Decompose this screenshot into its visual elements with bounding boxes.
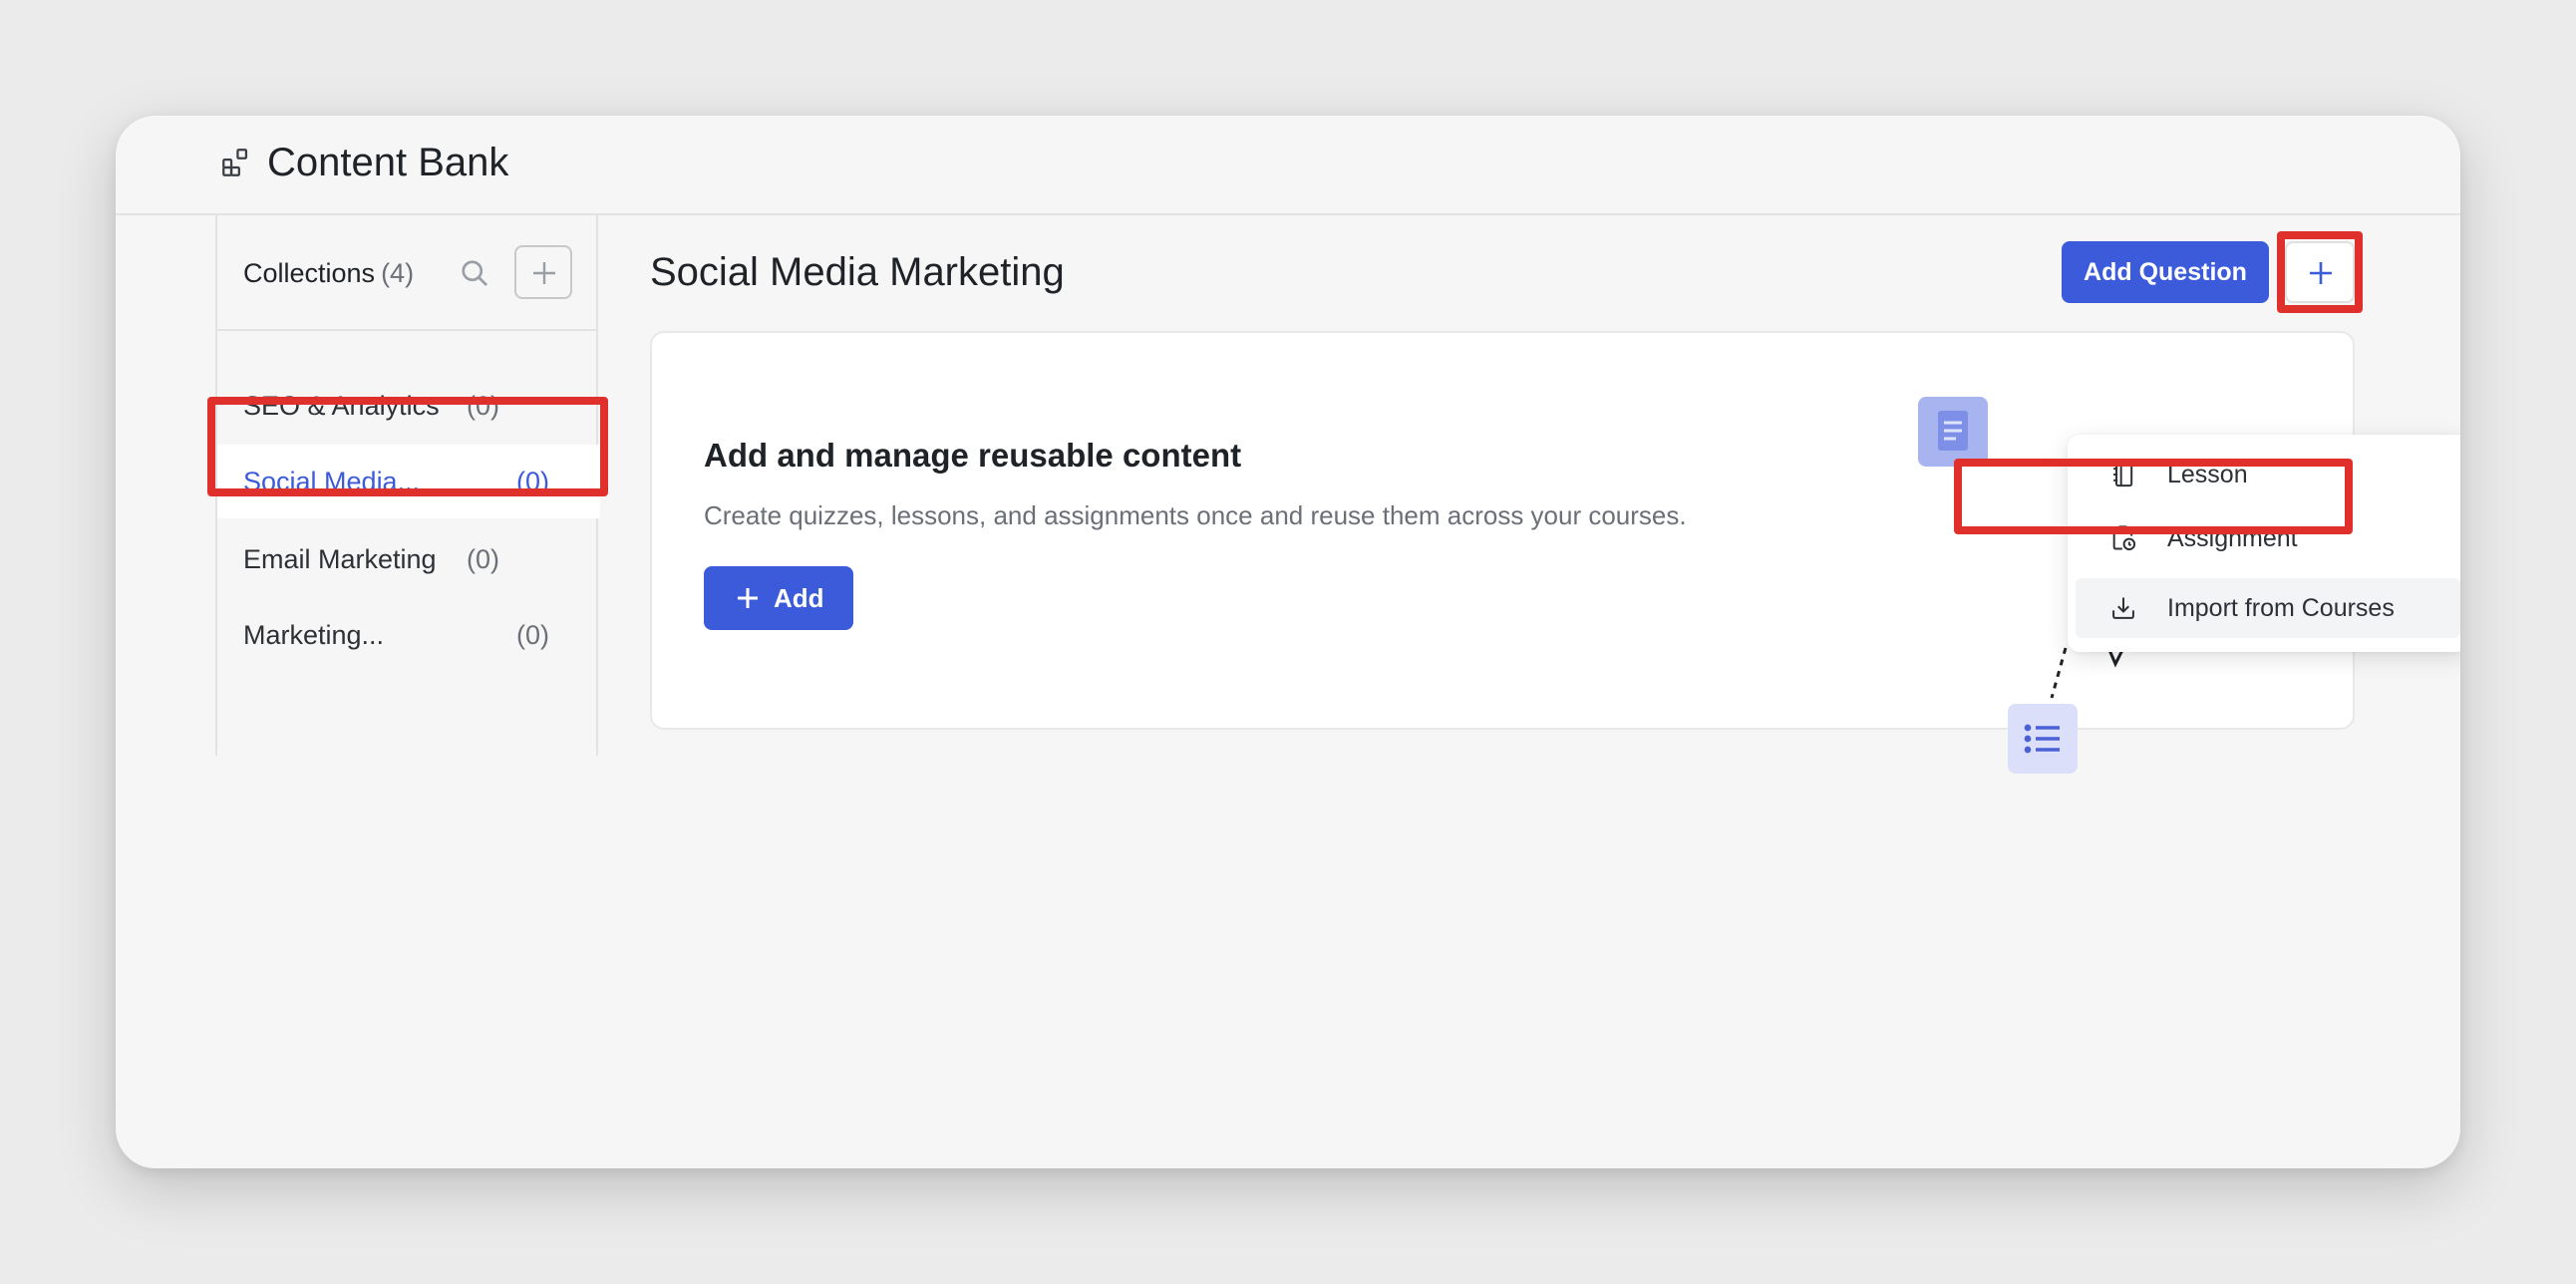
collections-label: Collections: [243, 258, 376, 288]
collection-name: SEO & Analytics: [243, 391, 440, 421]
search-icon[interactable]: [457, 255, 492, 291]
collection-name: Email Marketing: [243, 544, 437, 574]
grid-blocks-icon: [222, 149, 248, 176]
collection-count: (0): [516, 620, 549, 650]
collection-item-social-media[interactable]: Social Media... (0): [217, 445, 600, 518]
add-question-button[interactable]: Add Question: [2062, 241, 2269, 303]
add-content-label: Add: [774, 583, 824, 613]
collections-title: Collections (4): [243, 255, 414, 291]
content-bank-window: Content Bank Collections (4) SEO & Analyt…: [116, 116, 2460, 1168]
notebook-icon: [2113, 462, 2133, 487]
plus-icon: [533, 262, 555, 284]
download-icon: [2112, 597, 2134, 619]
app-title: Content Bank: [267, 141, 509, 184]
menu-item-import-from-courses[interactable]: Import from Courses: [2076, 578, 2460, 638]
clipboard-clock-icon: [2112, 525, 2136, 551]
add-collection-button[interactable]: [514, 245, 572, 299]
plus-icon: [738, 588, 758, 608]
menu-item-lesson[interactable]: Lesson: [2076, 445, 2460, 504]
menu-item-label: Assignment: [2167, 524, 2298, 552]
collection-count: (0): [516, 467, 549, 496]
more-options-button[interactable]: [2285, 241, 2355, 303]
collection-count: (0): [467, 544, 499, 574]
empty-state-description: Create quizzes, lessons, and assignments…: [704, 500, 1687, 530]
collections-sidebar: Collections (4) SEO & Analytics (0) Socia…: [215, 215, 600, 756]
list-illustration-icon: [2008, 704, 2078, 774]
collection-name: Social Media...: [243, 467, 421, 496]
collections-header: Collections (4): [217, 215, 596, 331]
menu-item-label: Import from Courses: [2167, 594, 2395, 622]
plus-icon: [2310, 262, 2332, 284]
page-title: Social Media Marketing: [650, 250, 1065, 294]
menu-item-label: Lesson: [2167, 461, 2248, 488]
document-illustration-icon: [1918, 397, 1988, 467]
menu-item-assignment[interactable]: Assignment: [2076, 508, 2460, 568]
collections-count: (4): [381, 258, 415, 288]
collection-item-marketing[interactable]: Marketing... (0): [217, 598, 600, 672]
add-content-button[interactable]: Add: [704, 566, 853, 630]
empty-state-heading: Add and manage reusable content: [704, 437, 1242, 474]
create-content-dropdown: Lesson Assignment Import from Courses: [2068, 435, 2460, 652]
collection-item-seo-analytics[interactable]: SEO & Analytics (0): [217, 369, 600, 443]
app-header: Content Bank: [116, 116, 2460, 215]
collection-name: Marketing...: [243, 620, 385, 650]
collection-item-email-marketing[interactable]: Email Marketing (0): [217, 522, 600, 596]
collection-count: (0): [467, 391, 499, 421]
